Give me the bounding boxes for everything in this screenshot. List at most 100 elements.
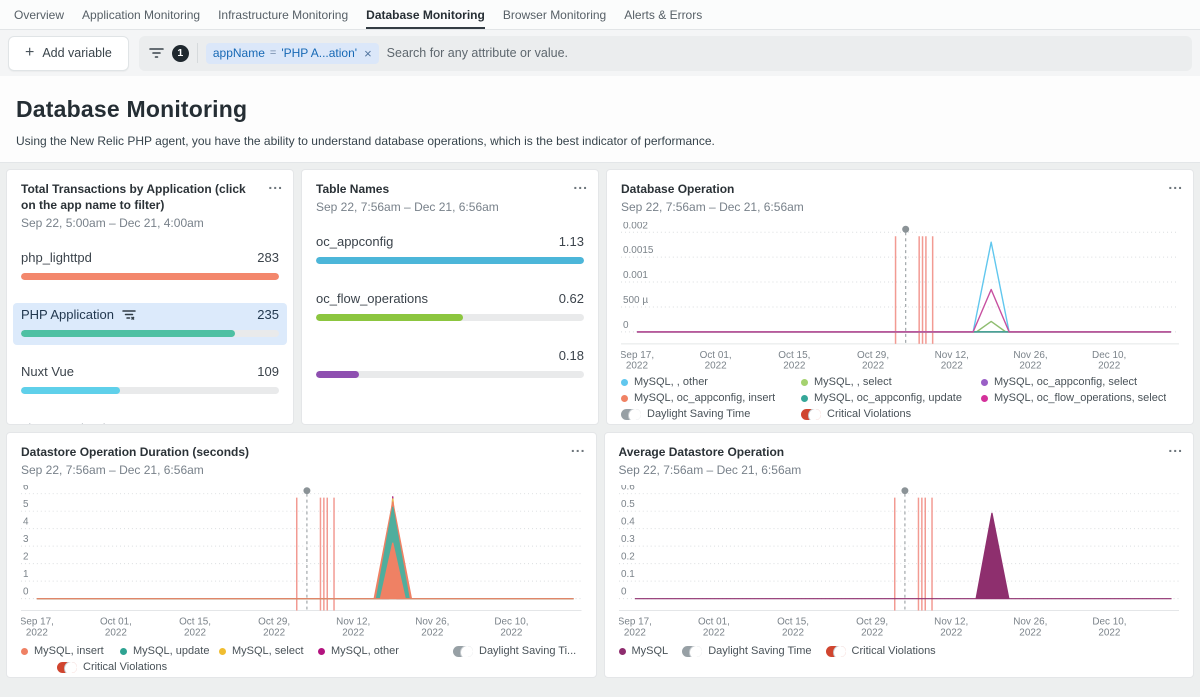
- nav-tab-application-monitoring[interactable]: Application Monitoring: [82, 0, 200, 29]
- legend-toggle-critical-violations[interactable]: Critical Violations: [826, 645, 936, 657]
- page-description: Using the New Relic PHP agent, you have …: [16, 134, 1184, 148]
- legend-label: MySQL, insert: [34, 645, 104, 657]
- nav-tab-alerts-errors[interactable]: Alerts & Errors: [624, 0, 702, 29]
- legend-item[interactable]: MySQL, , select: [801, 376, 977, 388]
- svg-text:2022: 2022: [500, 627, 522, 638]
- svg-text:500 µ: 500 µ: [623, 295, 648, 306]
- legend-label: MySQL, oc_flow_operations, select: [994, 392, 1166, 404]
- svg-text:4: 4: [23, 517, 29, 528]
- panel-timerange: Sep 22, 5:00am – Dec 21, 4:00am: [21, 216, 279, 230]
- svg-text:Oct 15,: Oct 15,: [179, 617, 211, 628]
- svg-text:Nov 12,: Nov 12,: [935, 350, 969, 361]
- panel-title: Total Transactions by Application (click…: [21, 181, 279, 213]
- svg-text:2022: 2022: [105, 627, 127, 638]
- panel-title: Datastore Operation Duration (seconds): [21, 444, 582, 460]
- legend-item[interactable]: MySQL, , other: [621, 376, 797, 388]
- svg-text:5: 5: [23, 499, 29, 510]
- legend-dot-icon: [621, 395, 628, 402]
- panel-timerange: Sep 22, 7:56am – Dec 21, 6:56am: [316, 200, 584, 214]
- svg-text:0: 0: [623, 320, 629, 331]
- bar-row[interactable]: 0.18: [308, 344, 592, 386]
- legend-item[interactable]: MySQL, oc_appconfig, select: [981, 376, 1179, 388]
- panel-title: Average Datastore Operation: [619, 444, 1180, 460]
- filter-bar[interactable]: 1 appName = 'PHP A...ation' × Search for…: [139, 36, 1192, 71]
- legend-item[interactable]: MySQL, other: [318, 645, 417, 657]
- bar-label: php_nextcloud: [21, 421, 106, 425]
- svg-text:2022: 2022: [1019, 361, 1042, 372]
- filter-chip[interactable]: appName = 'PHP A...ation' ×: [206, 43, 379, 64]
- bar-track: [316, 257, 584, 264]
- dashboard-content: Total Transactions by Application (click…: [0, 163, 1200, 684]
- series-line: [37, 497, 574, 599]
- bar-track: [316, 314, 584, 321]
- legend-toggle-daylight-saving-ti-[interactable]: Daylight Saving Ti...: [453, 645, 576, 657]
- toggle-switch-icon[interactable]: [801, 409, 821, 420]
- panel-menu-button[interactable]: ...: [571, 439, 586, 455]
- area-chart: 0.60.50.40.30.20.10Sep 17,2022Oct 01,202…: [619, 485, 1180, 643]
- filter-remove-icon[interactable]: [122, 309, 136, 321]
- panel-table-names: Table Names Sep 22, 7:56am – Dec 21, 6:5…: [301, 169, 599, 425]
- bar-row[interactable]: oc_appconfig1.13: [308, 230, 592, 272]
- toggle-switch-icon[interactable]: [682, 646, 702, 657]
- nav-tab-infrastructure-monitoring[interactable]: Infrastructure Monitoring: [218, 0, 348, 29]
- svg-text:2022: 2022: [1019, 627, 1041, 638]
- legend-item[interactable]: MySQL, select: [219, 645, 318, 657]
- svg-text:0.2: 0.2: [620, 552, 634, 563]
- series-line: [637, 242, 1171, 332]
- svg-text:2022: 2022: [1098, 361, 1121, 372]
- legend-dot-icon: [219, 648, 226, 655]
- bar-fill: [21, 273, 279, 280]
- legend-toggle-daylight-saving-time[interactable]: Daylight Saving Time: [621, 408, 797, 420]
- toggle-switch-icon[interactable]: [826, 646, 846, 657]
- panel-menu-button[interactable]: ...: [1168, 176, 1183, 192]
- panel-timerange: Sep 22, 7:56am – Dec 21, 6:56am: [21, 463, 582, 477]
- svg-text:0: 0: [23, 587, 29, 598]
- bar-row[interactable]: php_lighttpd283: [13, 246, 287, 288]
- svg-text:Nov 26,: Nov 26,: [1013, 617, 1047, 628]
- svg-text:2022: 2022: [421, 627, 443, 638]
- svg-text:0.3: 0.3: [620, 534, 634, 545]
- bar-row[interactable]: Nuxt Vue109: [13, 360, 287, 402]
- legend-item[interactable]: MySQL, oc_flow_operations, select: [981, 392, 1179, 404]
- nav-tab-overview[interactable]: Overview: [14, 0, 64, 29]
- bar-row[interactable]: oc_flow_operations0.62: [308, 287, 592, 329]
- legend-label: MySQL, , other: [634, 376, 708, 388]
- toggle-switch-icon[interactable]: [621, 409, 641, 420]
- legend-item[interactable]: MySQL, oc_appconfig, insert: [621, 392, 797, 404]
- legend-toggle-critical-violations[interactable]: Critical Violations: [57, 661, 177, 673]
- legend-label: Critical Violations: [827, 408, 911, 420]
- bar-row[interactable]: php_nextcloud 107: [13, 417, 287, 425]
- toggle-switch-icon[interactable]: [453, 646, 473, 657]
- toggle-switch-icon[interactable]: [57, 662, 77, 673]
- legend-label: MySQL, select: [232, 645, 304, 657]
- svg-text:Sep 17,: Sep 17,: [619, 617, 652, 628]
- panel-menu-button[interactable]: ...: [1168, 439, 1183, 455]
- svg-text:Oct 15,: Oct 15,: [778, 350, 810, 361]
- nav-tab-browser-monitoring[interactable]: Browser Monitoring: [503, 0, 606, 29]
- panel-menu-button[interactable]: ...: [268, 176, 283, 192]
- legend-item[interactable]: MySQL, oc_appconfig, update: [801, 392, 977, 404]
- bar-label: Nuxt Vue: [21, 364, 74, 379]
- legend-label: MySQL, other: [331, 645, 399, 657]
- legend-label: MySQL, oc_appconfig, insert: [634, 392, 775, 404]
- legend-item[interactable]: MySQL, insert: [21, 645, 120, 657]
- time-marker-dot: [901, 487, 908, 494]
- legend-dot-icon: [120, 648, 127, 655]
- svg-text:Oct 29,: Oct 29,: [857, 350, 889, 361]
- add-variable-button[interactable]: + Add variable: [8, 36, 129, 71]
- bar-row[interactable]: PHP Application235: [13, 303, 287, 345]
- legend-item[interactable]: MySQL, update: [120, 645, 219, 657]
- legend-item[interactable]: MySQL: [619, 645, 669, 657]
- panel-menu-button[interactable]: ...: [573, 176, 588, 192]
- legend-toggle-critical-violations[interactable]: Critical Violations: [801, 408, 977, 420]
- legend-toggle-daylight-saving-time[interactable]: Daylight Saving Time: [682, 645, 811, 657]
- chip-remove-icon[interactable]: ×: [364, 46, 372, 61]
- bar-value: 107: [257, 421, 279, 425]
- nav-tab-database-monitoring[interactable]: Database Monitoring: [366, 0, 485, 29]
- bar-label: oc_flow_operations: [316, 291, 428, 306]
- search-input[interactable]: Search for any attribute or value.: [387, 46, 568, 60]
- series-line: [637, 322, 1171, 332]
- legend-dot-icon: [801, 379, 808, 386]
- bar-label: oc_appconfig: [316, 234, 393, 249]
- line-chart: 0.0020.00150.001500 µ0Sep 17,2022Oct 01,…: [621, 222, 1179, 374]
